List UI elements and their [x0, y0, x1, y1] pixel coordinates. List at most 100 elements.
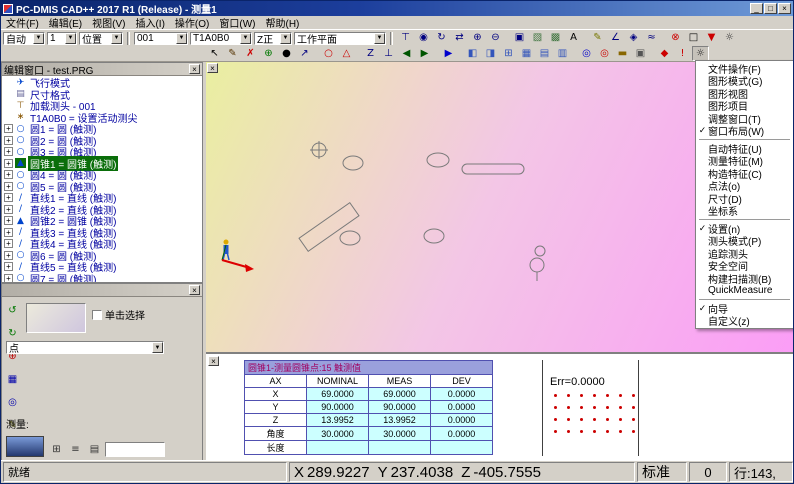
gage-icon[interactable]: ◉	[415, 31, 432, 46]
close-icon[interactable]: ×	[189, 64, 200, 74]
measurement-strategy-icon[interactable]: ◈	[625, 31, 642, 46]
gage-red-icon[interactable]: ◆	[656, 46, 673, 61]
context-menu-item[interactable]: 自定义(z)	[697, 315, 792, 328]
stop-alert-icon[interactable]: !	[674, 46, 691, 61]
close-icon[interactable]: ×	[207, 63, 218, 73]
circle-tool-icon[interactable]: ○	[320, 46, 337, 61]
context-menu-item[interactable]	[697, 217, 792, 222]
chevron-down-icon[interactable]	[152, 342, 163, 353]
context-menu-item[interactable]: 构建扫描测(B)	[697, 272, 792, 285]
expand-icon[interactable]	[4, 170, 13, 179]
perpendicular-icon[interactable]: ⊥	[380, 46, 397, 61]
probe-hit-icon[interactable]: ⊕	[260, 46, 277, 61]
menu-item[interactable]: 文件(F)	[1, 15, 44, 30]
collision-check-icon[interactable]: ⊗	[667, 31, 684, 46]
expand-icon[interactable]	[4, 251, 13, 260]
probe-file-combo[interactable]: 001	[134, 32, 188, 45]
chevron-down-icon[interactable]	[280, 33, 291, 44]
target-icon[interactable]: ◎	[4, 395, 21, 410]
path-lines-icon[interactable]: ≈	[643, 31, 660, 46]
edit-window-titlebar[interactable]: 编辑窗口 - test.PRG ×	[2, 63, 202, 76]
window-layout-1-icon[interactable]: ◧	[464, 46, 481, 61]
point-feature-icon[interactable]: ●	[278, 46, 295, 61]
context-menu-item[interactable]: 坐标系	[697, 205, 792, 218]
options-icon[interactable]: ☼	[721, 31, 738, 46]
zoom-reset-icon[interactable]: ↺	[4, 303, 21, 318]
refresh-view-icon[interactable]: ↻	[4, 326, 21, 341]
alignment-combo[interactable]: 工作平面	[294, 32, 386, 45]
execute-program-icon[interactable]: ▶	[440, 46, 457, 61]
toolbars-customize-icon[interactable]: ☼	[692, 46, 709, 61]
expand-icon[interactable]	[4, 205, 13, 214]
menu-item[interactable]: 帮助(H)	[260, 15, 304, 30]
target-points-icon[interactable]: ◎	[596, 46, 613, 61]
window-layout-3-icon[interactable]: ⊞	[500, 46, 517, 61]
assistant-titlebar[interactable]: ×	[2, 284, 202, 297]
report-window[interactable]: × 圆锥1-测量圆锥点:15 触测值 AXNOMINALMEASDEV X 69…	[206, 352, 794, 462]
close-button[interactable]: ×	[778, 3, 791, 14]
probe-tip-combo[interactable]: T1A0B0	[190, 32, 252, 45]
wireframe-view-icon[interactable]: ▧	[529, 31, 546, 46]
expand-icon[interactable]	[4, 193, 13, 202]
report-window-icon[interactable]: ▥	[554, 46, 571, 61]
list-view-icon[interactable]: ≡	[67, 442, 84, 457]
context-menu-item[interactable]	[697, 297, 792, 302]
chevron-down-icon[interactable]	[111, 33, 122, 44]
window-layout-2-icon[interactable]: ◨	[482, 46, 499, 61]
prev-feature-icon[interactable]: ◀	[398, 46, 415, 61]
menu-item[interactable]: 插入(I)	[130, 15, 169, 30]
cone-tool-icon[interactable]: △	[338, 46, 355, 61]
menu-item[interactable]: 编辑(E)	[44, 15, 87, 30]
close-icon[interactable]: ×	[208, 356, 219, 366]
menu-item[interactable]: 窗口(W)	[214, 15, 260, 30]
maximize-button[interactable]: □	[764, 3, 777, 14]
text-label-icon[interactable]: A	[565, 31, 582, 46]
context-menu-item[interactable]: QuickMeasure	[697, 285, 792, 298]
alert-flag-icon[interactable]: ▼	[703, 31, 720, 46]
panel-view-icon[interactable]: ▤	[86, 442, 103, 457]
angle-dimension-icon[interactable]: ∠	[607, 31, 624, 46]
vector-icon[interactable]: ↗	[296, 46, 313, 61]
minimize-button[interactable]: _	[750, 3, 763, 14]
zoom-in-icon[interactable]: ⊕	[469, 31, 486, 46]
expand-icon[interactable]	[4, 216, 13, 225]
select-cursor-icon[interactable]: ↖	[206, 46, 223, 61]
menu-item[interactable]: 操作(O)	[170, 15, 214, 30]
workplane-combo[interactable]: Z正	[254, 32, 292, 45]
expand-icon[interactable]	[4, 262, 13, 271]
full-screen-icon[interactable]: □	[685, 31, 702, 46]
ruler-icon[interactable]: ▬	[614, 46, 631, 61]
expand-icon[interactable]	[4, 159, 13, 168]
window-layout-4-icon[interactable]: ▦	[518, 46, 535, 61]
probe-utilities-icon[interactable]: ⊤	[397, 31, 414, 46]
checkbox-icon[interactable]	[92, 310, 102, 320]
chevron-down-icon[interactable]	[33, 33, 44, 44]
probe-mode-icon[interactable]: ◎	[578, 46, 595, 61]
next-feature-icon[interactable]: ▶	[416, 46, 433, 61]
graphic-window-icon[interactable]: ▤	[536, 46, 553, 61]
expand-icon[interactable]	[4, 147, 13, 156]
expand-icon[interactable]	[4, 228, 13, 237]
shaded-view-icon[interactable]: ▩	[547, 31, 564, 46]
chevron-down-icon[interactable]	[240, 33, 251, 44]
feature-type-combo[interactable]: 点	[6, 341, 164, 354]
expand-icon[interactable]	[4, 182, 13, 191]
hit-count-field[interactable]: 1	[47, 32, 77, 45]
close-icon[interactable]: ×	[189, 285, 200, 295]
assistant-input-field[interactable]	[105, 442, 165, 457]
edit-pen-icon[interactable]: ✎	[224, 46, 241, 61]
title-bar[interactable]: PC-DMIS CAD++ 2017 R1 (Release) - 测量1 _ …	[1, 1, 793, 16]
expand-icon[interactable]	[4, 136, 13, 145]
small-grid-icon[interactable]: ⊞	[48, 442, 65, 457]
chevron-down-icon[interactable]	[374, 33, 385, 44]
context-menu-item[interactable]	[697, 137, 792, 142]
click-select-option[interactable]: 单击选择	[92, 307, 145, 322]
chevron-down-icon[interactable]	[176, 33, 187, 44]
scale-to-fit-icon[interactable]: ▣	[511, 31, 528, 46]
rotate-view-icon[interactable]: ↻	[433, 31, 450, 46]
menu-item[interactable]: 视图(V)	[87, 15, 130, 30]
expand-icon[interactable]	[4, 239, 13, 248]
pan-view-icon[interactable]: ⇄	[451, 31, 468, 46]
auto-feature-combo[interactable]: 自动	[3, 32, 45, 45]
expand-icon[interactable]	[4, 274, 13, 282]
